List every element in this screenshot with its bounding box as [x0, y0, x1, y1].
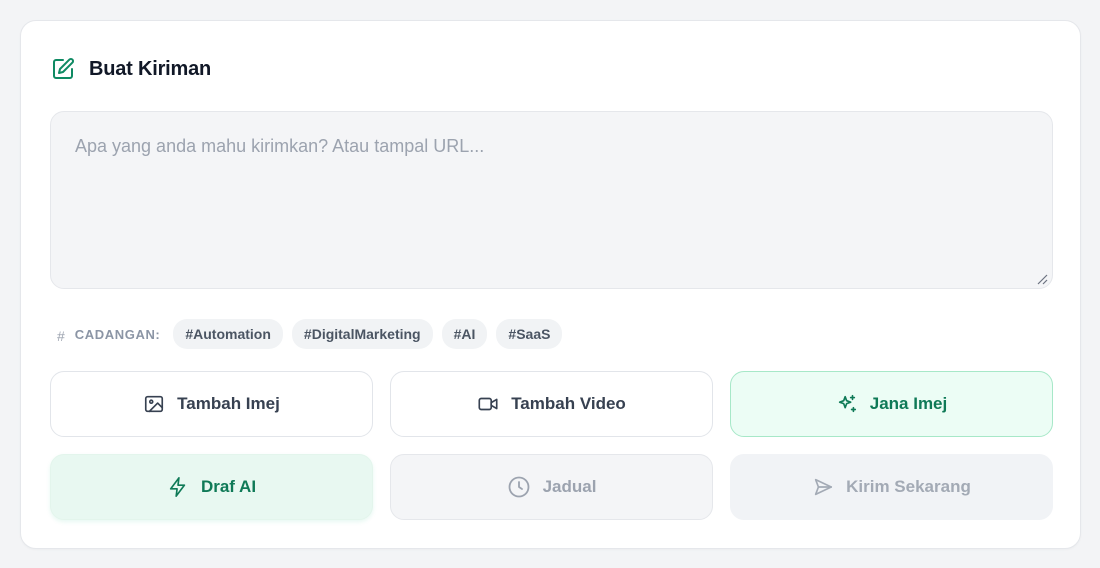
- hashtag-suggestions: # CADANGAN: #Automation #DigitalMarketin…: [57, 319, 563, 349]
- resize-handle-icon[interactable]: [1036, 272, 1048, 285]
- ai-draft-label: Draf AI: [200, 477, 257, 496]
- hashtag-chip[interactable]: #AI: [441, 319, 488, 349]
- hash-icon: #: [57, 328, 65, 344]
- page-title: Buat Kiriman: [89, 57, 212, 80]
- hashtag-chip[interactable]: #Automation: [173, 319, 283, 349]
- clock-icon: [507, 475, 531, 499]
- add-video-button[interactable]: Tambah Video: [390, 371, 713, 437]
- video-icon: [477, 393, 499, 415]
- card-header: Buat Kiriman: [51, 57, 211, 81]
- send-now-label: Kirim Sekarang: [846, 477, 971, 496]
- image-icon: [143, 393, 165, 415]
- schedule-button[interactable]: Jadual: [390, 454, 713, 520]
- add-video-label: Tambah Video: [511, 394, 626, 413]
- hashtag-chip[interactable]: #DigitalMarketing: [291, 319, 433, 349]
- post-content-input[interactable]: [50, 111, 1053, 289]
- add-image-button[interactable]: Tambah Imej: [50, 371, 373, 437]
- send-now-button[interactable]: Kirim Sekarang: [730, 454, 1053, 520]
- schedule-label: Jadual: [542, 477, 597, 496]
- ai-draft-button[interactable]: Draf AI: [50, 454, 373, 520]
- add-image-label: Tambah Imej: [177, 394, 280, 413]
- lightning-icon: [167, 476, 189, 498]
- generate-image-label: Jana Imej: [869, 394, 948, 413]
- suggestions-label: CADANGAN:: [74, 326, 161, 342]
- send-icon: [812, 476, 834, 498]
- sparkles-icon: [836, 393, 858, 415]
- generate-image-button[interactable]: Jana Imej: [730, 371, 1053, 437]
- edit-icon: [51, 57, 75, 81]
- hashtag-chip[interactable]: #SaaS: [496, 319, 563, 349]
- create-post-card: Buat Kiriman # CADANGAN: #Automation #Di…: [20, 20, 1081, 549]
